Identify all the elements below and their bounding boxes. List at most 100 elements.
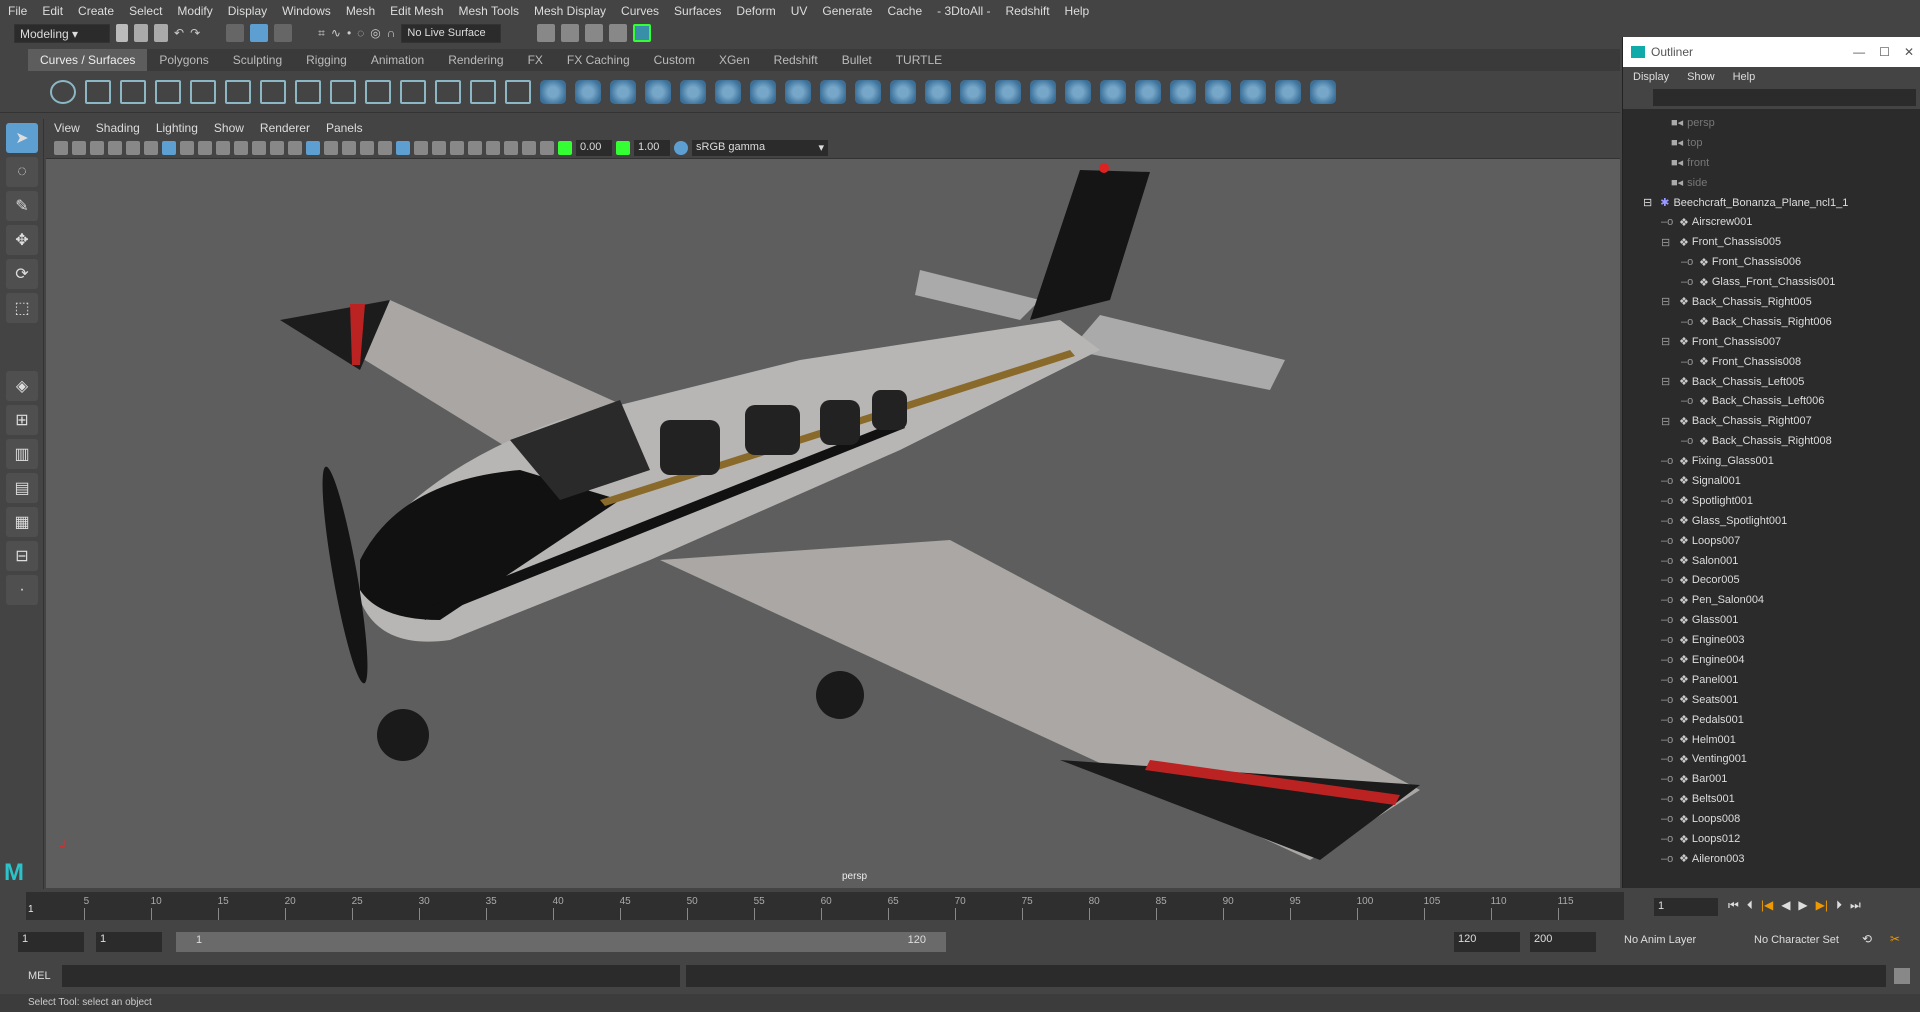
revolve-icon[interactable] [750,79,776,104]
hud-icon[interactable] [540,140,554,155]
outliner-camera-side[interactable]: ■◂ side [1623,173,1920,193]
planar-icon[interactable] [855,79,881,104]
menu-file[interactable]: File [8,4,27,18]
close-icon[interactable]: ✕ [1904,45,1914,59]
shadows-icon[interactable] [378,140,392,155]
smooth-icon[interactable] [1310,79,1336,104]
playback-end-field[interactable]: 120 [1454,932,1520,952]
menu-display[interactable]: Display [228,4,267,18]
outliner-camera-persp[interactable]: ■◂ persp [1623,113,1920,133]
end-time-field[interactable]: 200 [1530,932,1596,952]
menu-mesh-display[interactable]: Mesh Display [534,4,606,18]
extend-icon[interactable] [1240,79,1266,104]
outliner-root-group[interactable]: ⊟ ✱ Beechcraft_Bonanza_Plane_ncl1_1 [1623,193,1920,213]
tab-rendering[interactable]: Rendering [436,49,515,71]
outliner-item[interactable]: –o ❖ Back_Chassis_Right008 [1623,431,1920,451]
default-material-icon[interactable] [324,140,338,155]
menu-redshift[interactable]: Redshift [1006,4,1050,18]
single-view-layout-icon[interactable]: ◈ [6,371,38,401]
collapse-icon[interactable]: ⊟ [1661,236,1679,249]
playback-start-field[interactable]: 1 [96,932,162,952]
gate-mask-icon[interactable] [216,140,230,155]
tab-bullet[interactable]: Bullet [830,49,884,71]
maximize-icon[interactable]: ☐ [1879,45,1890,59]
outliner-item[interactable]: ⊟ ❖ Front_Chassis007 [1623,332,1920,352]
detach-icon[interactable] [995,79,1021,104]
move-tool-icon[interactable]: ✥ [6,225,38,255]
select-component-icon[interactable] [274,24,293,42]
outliner-item[interactable]: –o ❖ Airscrew001 [1623,212,1920,232]
gamma-field[interactable]: 1.00 [634,139,670,156]
outliner-item[interactable]: –o ❖ Spotlight001 [1623,491,1920,511]
rebuild-surface-icon[interactable] [1170,79,1196,104]
script-editor-icon[interactable] [1894,968,1910,984]
hypershade-layout-icon[interactable]: ⊟ [6,541,38,571]
smooth-shade-icon[interactable] [306,140,320,155]
cube-icon[interactable] [575,79,601,104]
panel-menu-view[interactable]: View [54,121,80,135]
tab-redshift[interactable]: Redshift [762,49,830,71]
outliner-item[interactable]: –o ❖ Loops007 [1623,531,1920,551]
textured-icon[interactable] [342,140,356,155]
torus-icon[interactable] [715,79,741,104]
motion-blur-icon[interactable] [414,140,428,155]
grid-icon[interactable] [162,140,176,155]
outliner-item[interactable]: –o ❖ Signal001 [1623,471,1920,491]
menu-generate[interactable]: Generate [822,4,872,18]
edit-curve-icon[interactable] [330,79,356,104]
outliner-item[interactable]: –o ❖ Salon001 [1623,551,1920,571]
snap-point-icon[interactable]: • [347,26,351,40]
collapse-icon[interactable]: ⊟ [1661,335,1679,348]
undo-icon[interactable]: ↶ [174,26,184,40]
insert-isoparm-icon[interactable] [1205,79,1231,104]
attach-icon[interactable] [960,79,986,104]
nurbs-square-icon[interactable] [85,79,111,104]
boolean-icon[interactable] [925,79,951,104]
exposure-icon[interactable] [558,140,572,155]
select-tool-icon[interactable]: ➤ [6,123,38,153]
select-camera-icon[interactable] [54,140,68,155]
outliner-item[interactable]: –o ❖ Bar001 [1623,769,1920,789]
tab-fx[interactable]: FX [516,49,555,71]
cv-curve-icon[interactable] [120,79,146,104]
tab-rigging[interactable]: Rigging [294,49,359,71]
tab-sculpting[interactable]: Sculpting [221,49,294,71]
cylinder-icon[interactable] [610,79,636,104]
anim-layer-dropdown[interactable]: No Anim Layer [1624,934,1696,946]
command-language-label[interactable]: MEL [28,970,51,982]
wireframe-icon[interactable] [288,140,302,155]
panel-menu-panels[interactable]: Panels [326,121,363,135]
xray-icon[interactable] [486,140,500,155]
step-back-icon[interactable]: |◀ [1761,898,1773,913]
panel-menu-lighting[interactable]: Lighting [156,121,198,135]
ep-curve-icon[interactable] [155,79,181,104]
gamma-icon[interactable] [616,140,630,155]
outliner-item[interactable]: –o ❖ Panel001 [1623,670,1920,690]
trim-icon[interactable] [1030,79,1056,104]
offset-icon[interactable] [435,79,461,104]
tab-xgen[interactable]: XGen [707,49,762,71]
select-object-icon[interactable] [250,24,269,42]
menu-select[interactable]: Select [129,4,162,18]
outliner-camera-top[interactable]: ■◂ top [1623,133,1920,153]
step-forward-key-icon[interactable]: ⏵ [1836,898,1842,913]
command-input[interactable] [62,965,680,987]
image-plane-icon[interactable] [108,140,122,155]
outliner-item[interactable]: –o ❖ Pen_Salon004 [1623,590,1920,610]
range-slider[interactable]: 1 120 [176,932,946,952]
xray-joints-icon[interactable] [504,140,518,155]
render-sequence-icon[interactable] [561,24,580,42]
snap-view-icon[interactable]: ◌ [357,26,364,40]
menu-mesh-tools[interactable]: Mesh Tools [459,4,519,18]
collapse-icon[interactable]: ⊟ [1643,196,1652,209]
panel-menu-renderer[interactable]: Renderer [260,121,310,135]
anti-aliasing-icon[interactable] [432,140,446,155]
menu-mesh[interactable]: Mesh [346,4,375,18]
outliner-item[interactable]: ⊟ ❖ Back_Chassis_Right005 [1623,292,1920,312]
cone-icon[interactable] [645,79,671,104]
select-hierarchy-icon[interactable] [226,24,245,42]
outliner-item[interactable]: –o ❖ Seats001 [1623,690,1920,710]
isolate-select-icon[interactable] [468,140,482,155]
grease-pencil-icon[interactable] [144,140,158,155]
safe-action-icon[interactable] [252,140,266,155]
